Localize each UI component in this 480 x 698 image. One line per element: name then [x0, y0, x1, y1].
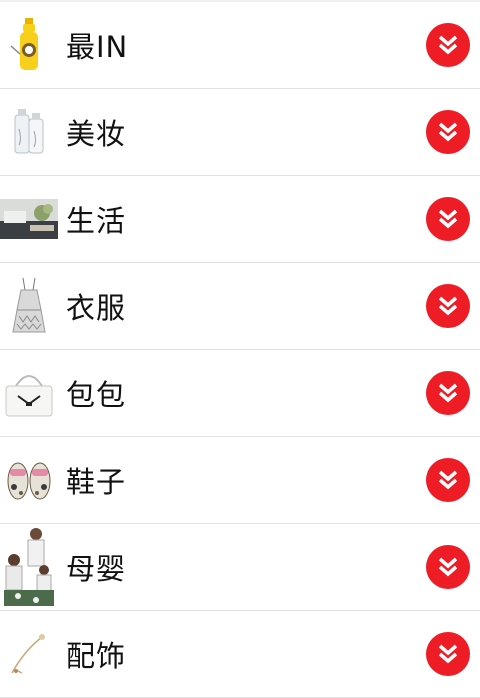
category-row-shenghuo[interactable]: 生活	[0, 176, 480, 263]
expand-button[interactable]	[426, 632, 470, 676]
category-label: 鞋子	[66, 465, 127, 499]
double-chevron-down-icon	[438, 557, 458, 577]
sandals-thumbnail	[0, 447, 58, 513]
necklace-thumbnail	[0, 621, 58, 687]
living-room-thumbnail	[0, 186, 58, 252]
category-row-yifu[interactable]: 衣服	[0, 263, 480, 350]
category-label: 配饰	[66, 639, 127, 673]
double-chevron-down-icon	[438, 383, 458, 403]
expand-button[interactable]	[426, 197, 470, 241]
double-chevron-down-icon	[438, 470, 458, 490]
category-row-muying[interactable]: 母婴	[0, 524, 480, 611]
cosmetic-bottles-thumbnail	[0, 99, 58, 165]
category-label: 包包	[66, 378, 127, 412]
category-row-meizhuang[interactable]: 美妆	[0, 89, 480, 176]
double-chevron-down-icon	[438, 296, 458, 316]
double-chevron-down-icon	[438, 209, 458, 229]
expand-button[interactable]	[426, 371, 470, 415]
category-label: 最IN	[66, 30, 129, 64]
category-row-zuiin[interactable]: 最IN	[0, 2, 480, 89]
double-chevron-down-icon	[438, 122, 458, 142]
expand-button[interactable]	[426, 458, 470, 502]
expand-button[interactable]	[426, 545, 470, 589]
dress-thumbnail	[0, 273, 58, 339]
category-label: 生活	[66, 204, 127, 238]
category-row-xiezi[interactable]: 鞋子	[0, 437, 480, 524]
double-chevron-down-icon	[438, 644, 458, 664]
expand-button[interactable]	[426, 284, 470, 328]
bottle-thumbnail	[0, 12, 58, 78]
category-label: 美妆	[66, 117, 127, 151]
expand-button[interactable]	[426, 110, 470, 154]
double-chevron-down-icon	[438, 35, 458, 55]
category-label: 衣服	[66, 291, 127, 325]
category-label: 母婴	[66, 552, 127, 586]
expand-button[interactable]	[426, 23, 470, 67]
family-thumbnail	[0, 524, 58, 610]
category-row-baobao[interactable]: 包包	[0, 350, 480, 437]
handbag-thumbnail	[0, 360, 58, 426]
category-list: 最IN 美妆 生活 衣服 包包 鞋子 母婴 配饰	[0, 2, 480, 698]
category-row-peishi[interactable]: 配饰	[0, 611, 480, 698]
